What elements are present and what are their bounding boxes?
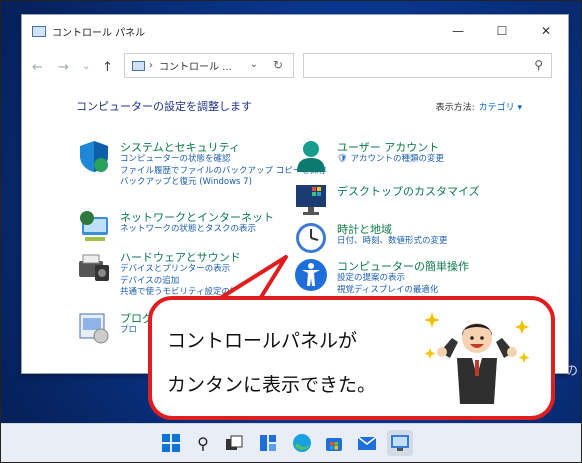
- search-taskbar-icon[interactable]: ⚲: [190, 430, 216, 456]
- task-view-icon[interactable]: [221, 430, 247, 456]
- control-panel-taskbar-icon[interactable]: [387, 430, 413, 456]
- bubble-line-2: カンタンに表示できた。: [167, 374, 377, 396]
- widgets-icon[interactable]: [255, 430, 281, 456]
- edge-browser-icon[interactable]: [289, 430, 315, 456]
- bubble-line-1: コントロールパネルが: [167, 330, 358, 352]
- happy-businessman-illustration: [424, 312, 530, 404]
- microsoft-store-icon[interactable]: [321, 430, 347, 456]
- taskbar: ⚲: [1, 423, 581, 462]
- mail-icon[interactable]: [354, 430, 380, 456]
- start-windows-icon[interactable]: [158, 430, 184, 456]
- speech-bubble: コントロールパネルが カンタンに表示できた。: [148, 296, 555, 420]
